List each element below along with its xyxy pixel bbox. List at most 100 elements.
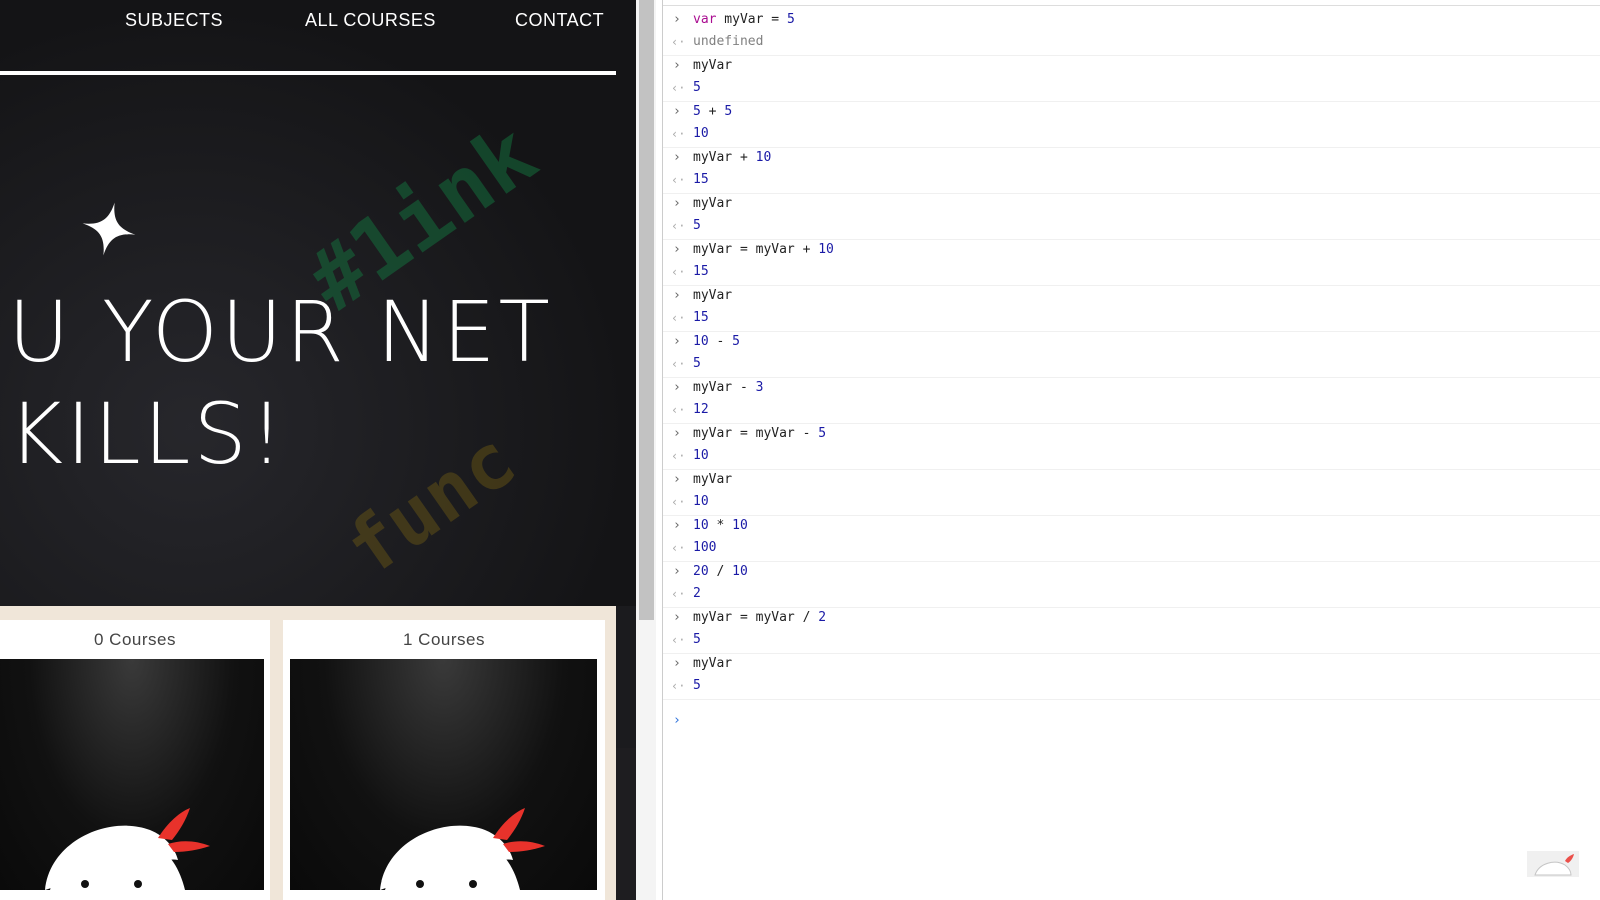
course-card[interactable]: 0 Courses [0,620,270,900]
console-input-text: 20 / 10 [693,564,748,579]
nav-underline [0,71,616,75]
console-input-line[interactable]: › myVar + 10 [663,147,1600,169]
console-input-text: 10 * 10 [693,518,748,533]
console-input-line[interactable]: › myVar = myVar - 5 [663,423,1600,445]
console-entry: › 5 + 5 ‹· 10 [663,101,1600,148]
hero-headline-line-2: KILLS! [8,385,287,483]
console-output-line[interactable]: ‹· 10 [663,491,1600,513]
course-card-image[interactable] [290,659,597,890]
page-scrollbar-thumb[interactable] [639,0,654,620]
course-card-title: 1 Courses [403,630,485,649]
console-input-line[interactable]: › myVar [663,55,1600,77]
website-pane: #1ink func .c SUBJECTS ALL COURSES CONTA… [0,0,636,900]
console-entry: › 20 / 10 ‹· 2 [663,561,1600,608]
console-output-text: 100 [693,540,717,555]
console-input-prompt[interactable]: › [673,713,681,728]
console-output-line[interactable]: ‹· 2 [663,583,1600,605]
nav-link-all-courses[interactable]: ALL COURSES [305,10,436,31]
console-entry: › 10 * 10 ‹· 100 [663,515,1600,562]
chevron-right-icon: › [673,656,681,671]
return-arrow-icon: ‹· [671,403,686,417]
console-input-line[interactable]: › myVar [663,193,1600,215]
chevron-right-icon: › [673,380,681,395]
console-input-text: 10 - 5 [693,334,740,349]
main-nav: SUBJECTS ALL COURSES CONTACT [0,0,616,40]
chevron-right-icon: › [673,242,681,257]
section-edge [616,606,636,748]
return-arrow-icon: ‹· [671,357,686,371]
console-output-text: 2 [693,586,701,601]
return-arrow-icon: ‹· [671,81,686,95]
chevron-right-icon: › [673,426,681,441]
console-output-line[interactable]: ‹· 5 [663,629,1600,651]
console-input-text: myVar = myVar - 5 [693,426,827,441]
console-output-text: 5 [693,632,701,647]
console-output-line[interactable]: ‹· 5 [663,77,1600,99]
nav-link-contact[interactable]: CONTACT [515,10,604,31]
console-input-text: myVar [693,58,733,73]
console-output-line[interactable]: ‹· 15 [663,307,1600,329]
chevron-right-icon: › [673,150,681,165]
return-arrow-icon: ‹· [671,449,686,463]
return-arrow-icon: ‹· [671,495,686,509]
chevron-right-icon: › [673,610,681,625]
console-entry: › myVar ‹· 15 [663,285,1600,332]
console-input-line[interactable]: › 20 / 10 [663,561,1600,583]
console-output-line[interactable]: ‹· 5 [663,353,1600,375]
console-input-line[interactable]: › 10 - 5 [663,331,1600,353]
star-icon [82,202,136,256]
console-input-line[interactable]: › myVar - 3 [663,377,1600,399]
return-arrow-icon: ‹· [671,35,686,49]
console-output-line[interactable]: ‹· 12 [663,399,1600,421]
ninja-mascot-icon [45,808,210,890]
console-output-text: 12 [693,402,709,417]
console-entry: › myVar ‹· 10 [663,469,1600,516]
console-output-text: 5 [693,356,701,371]
console-input-text: myVar [693,472,733,487]
console-output-text: 10 [693,494,709,509]
console-output-text: 15 [693,310,709,325]
console-output-line[interactable]: ‹· 100 [663,537,1600,559]
console-output-line[interactable]: ‹· 5 [663,215,1600,237]
chevron-right-icon: › [673,12,681,27]
console-input-line[interactable]: › var myVar = 5 [663,9,1600,31]
console-output-text: 10 [693,448,709,463]
console-output-line[interactable]: ‹· 10 [663,445,1600,467]
console-entry: › myVar ‹· 5 [663,193,1600,240]
console-entry: › myVar = myVar / 2 ‹· 5 [663,607,1600,654]
ninja-mascot-icon [380,808,545,890]
console-output-line[interactable]: ‹· undefined [663,31,1600,53]
console-input-text: myVar = myVar / 2 [693,610,827,625]
console-input-text: myVar + 10 [693,150,772,165]
return-arrow-icon: ‹· [671,219,686,233]
chevron-right-icon: › [673,58,681,73]
console-entry: › myVar - 3 ‹· 12 [663,377,1600,424]
console-input-line[interactable]: › 10 * 10 [663,515,1600,537]
hero-headline-line-1: U YOUR NET [8,283,553,381]
console-output-line[interactable]: ‹· 5 [663,675,1600,697]
course-card-image[interactable] [0,659,264,890]
console-output-text: undefined [693,34,764,49]
console-input-line[interactable]: › myVar [663,285,1600,307]
console-input-line[interactable]: › myVar [663,653,1600,675]
console-input-text: myVar [693,656,733,671]
console-input-text: myVar = myVar + 10 [693,242,834,257]
return-arrow-icon: ‹· [671,311,686,325]
course-card[interactable]: 1 Courses [283,620,605,900]
ninja-logo-watermark [1527,851,1579,877]
course-card-title: 0 Courses [94,630,176,649]
return-arrow-icon: ‹· [671,679,686,693]
console-entry: › myVar ‹· 5 [663,55,1600,102]
nav-link-subjects[interactable]: SUBJECTS [125,10,223,31]
chevron-right-icon: › [673,564,681,579]
console-output-line[interactable]: ‹· 15 [663,261,1600,283]
console-input-line[interactable]: › 5 + 5 [663,101,1600,123]
devtools-console: › var myVar = 5 ‹· undefined › myVar ‹· 5 › 5 + 5… [663,0,1600,900]
console-output-line[interactable]: ‹· 10 [663,123,1600,145]
console-output-line[interactable]: ‹· 15 [663,169,1600,191]
console-input-line[interactable]: › myVar = myVar / 2 [663,607,1600,629]
console-input-line[interactable]: › myVar = myVar + 10 [663,239,1600,261]
console-input-text: myVar [693,288,733,303]
console-input-line[interactable]: › myVar [663,469,1600,491]
console-entry: › var myVar = 5 ‹· undefined [663,9,1600,56]
